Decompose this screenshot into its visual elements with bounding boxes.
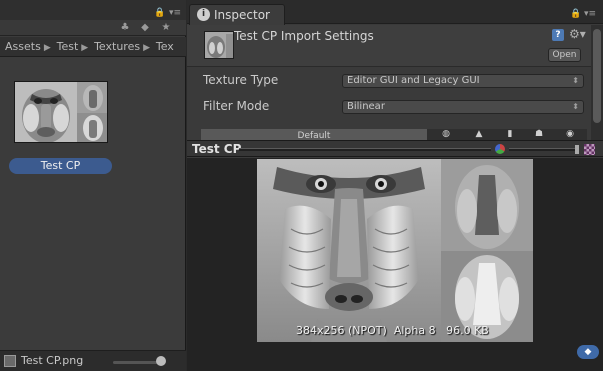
tab-inspector-label: Inspector: [214, 8, 270, 22]
breadcrumb: Assets ▶ Test ▶ Textures ▶ Tex: [0, 37, 186, 57]
star-icon[interactable]: ★: [157, 21, 175, 35]
filter-mode-dropdown[interactable]: Bilinear ⬍: [342, 100, 584, 114]
baboon-header-image: [205, 32, 233, 58]
import-settings-title: Test CP Import Settings: [234, 29, 374, 43]
project-toolbar: ♣ ◆ ★: [0, 20, 186, 36]
inspector-scrollbar[interactable]: [591, 25, 603, 140]
mip-level-slider-knob[interactable]: [575, 145, 579, 154]
open-button[interactable]: Open: [548, 48, 581, 62]
footer-file-name: Test CP.png: [21, 354, 84, 367]
android-platform-icon[interactable]: ☗: [534, 129, 544, 140]
ios-platform-icon[interactable]: ▮: [505, 129, 515, 140]
texture-info-text: 384x256 (NPOT) Alpha 8 96.0 KB: [296, 324, 489, 337]
tag-icon[interactable]: ◆: [136, 21, 154, 35]
lock-icon[interactable]: 🔒: [154, 8, 165, 18]
preview-resize-handle[interactable]: [239, 148, 491, 151]
tab-inspector[interactable]: i Inspector: [189, 4, 285, 25]
inspector-scrollbar-thumb[interactable]: [593, 29, 601, 123]
texture-type-value: Editor GUI and Legacy GUI: [347, 75, 480, 86]
texture-preview-image: [257, 159, 533, 342]
import-settings-properties: Texture Type Editor GUI and Legacy GUI ⬍…: [187, 68, 591, 140]
image-file-icon: [4, 355, 16, 367]
breadcrumb-separator-icon: ▶: [43, 43, 54, 53]
help-icon[interactable]: ?: [552, 29, 564, 41]
filter-mode-label: Filter Mode: [203, 99, 270, 113]
texture-type-label: Texture Type: [203, 73, 279, 87]
mip-level-slider[interactable]: [509, 148, 577, 151]
preview-title: Test CP: [192, 142, 242, 156]
breadcrumb-assets[interactable]: Assets: [5, 40, 41, 53]
inspector-tab-strip: i Inspector 🔒 ▾≡: [187, 0, 603, 25]
breadcrumb-test[interactable]: Test: [57, 40, 79, 53]
baboon-preview-image: [257, 159, 533, 342]
texture-type-dropdown[interactable]: Editor GUI and Legacy GUI ⬍: [342, 74, 584, 88]
project-panel: 🔒 ▾≡ ♣ ◆ ★ Assets ▶ Test ▶ Textures ▶ Tex T: [0, 0, 186, 371]
icon-size-slider-knob[interactable]: [156, 356, 166, 366]
project-footer: Test CP.png: [0, 350, 186, 371]
texture-preview-area: 384x256 (NPOT) Alpha 8 96.0 KB ◆: [187, 158, 603, 371]
baboon-thumbnail-image: [15, 82, 107, 142]
menu-icon[interactable]: ▾≡: [169, 8, 181, 18]
asset-label-selected[interactable]: Test CP: [9, 158, 112, 174]
platform-tab-default[interactable]: Default: [201, 129, 427, 140]
filter-mode-value: Bilinear: [347, 101, 385, 112]
dropdown-arrows-icon: ⬍: [572, 102, 579, 111]
breadcrumb-tex[interactable]: Tex: [156, 40, 174, 53]
asset-thumbnail[interactable]: [14, 81, 108, 143]
breadcrumb-textures[interactable]: Textures: [94, 40, 140, 53]
info-icon: i: [197, 8, 210, 21]
inspector-panel: i Inspector 🔒 ▾≡ Test CP Import Settings…: [187, 0, 603, 371]
preview-header: Test CP: [187, 140, 603, 157]
project-tab-strip: 🔒 ▾≡: [0, 0, 186, 20]
platform-tabs: Default ◍ ▲ ▮ ☗ ◉: [201, 129, 587, 140]
rgb-channel-icon[interactable]: [495, 144, 505, 154]
standalone-platform-icon[interactable]: ▲: [474, 129, 484, 140]
menu-icon[interactable]: ▾≡: [584, 9, 596, 19]
breadcrumb-separator-icon: ▶: [143, 43, 153, 53]
web-platform-icon[interactable]: ◍: [441, 129, 451, 140]
gear-icon[interactable]: ⚙▾: [569, 27, 586, 41]
asset-labels-icon[interactable]: ◆: [577, 345, 599, 359]
lock-icon[interactable]: 🔒: [570, 9, 581, 19]
inspector-header: Test CP Import Settings ? ⚙▾ Open: [187, 25, 603, 67]
shapes-icon[interactable]: ♣: [116, 21, 134, 35]
texture-header-thumbnail: [204, 31, 234, 59]
alpha-checker-icon[interactable]: [584, 144, 595, 155]
breadcrumb-separator-icon: ▶: [81, 43, 92, 53]
flash-platform-icon[interactable]: ◉: [565, 129, 575, 140]
dropdown-arrows-icon: ⬍: [572, 76, 579, 85]
